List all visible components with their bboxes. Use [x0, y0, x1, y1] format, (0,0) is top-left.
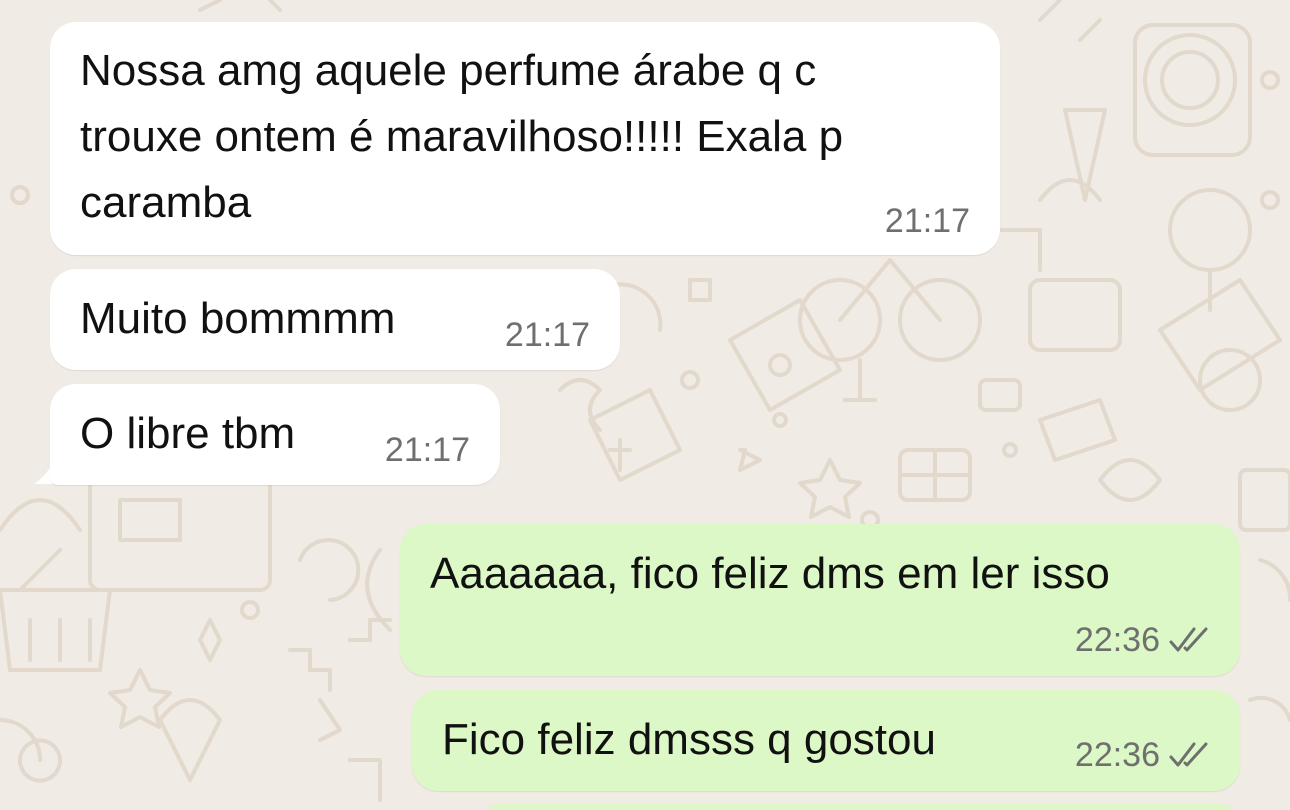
message-text: Nossa amg aquele perfume árabe q c troux… — [80, 46, 844, 227]
message-bubble-incoming[interactable]: Muito bommmm 21:17 — [50, 269, 620, 370]
double-check-icon — [1169, 742, 1208, 767]
message-time: 22:36 — [1074, 736, 1160, 774]
message-bubble-outgoing[interactable]: Aaaaaaa, fico feliz dms em ler isso 22:3… — [400, 524, 1240, 676]
message-meta: 21:17 — [505, 315, 590, 355]
message-text: Aaaaaaa, fico feliz dms em ler isso — [430, 549, 1110, 598]
message-bubble-incoming[interactable]: O libre tbm 21:17 — [50, 384, 500, 485]
message-meta: 21:17 — [385, 430, 470, 470]
chat-window: Nossa amg aquele perfume árabe q c troux… — [0, 0, 1290, 810]
message-bubble-incoming[interactable]: Nossa amg aquele perfume árabe q c troux… — [50, 22, 1000, 255]
message-time: 21:17 — [504, 316, 590, 354]
message-bubble-outgoing[interactable]: Fico feliz dmsss q gostou 22:36 — [412, 690, 1240, 791]
message-meta: 22:36 — [1075, 620, 1212, 660]
message-time: 22:36 — [1074, 621, 1160, 659]
double-check-icon — [1169, 627, 1208, 652]
message-meta: 21:17 — [885, 201, 970, 241]
message-time: 21:17 — [884, 202, 970, 240]
message-meta: 22:36 — [1075, 735, 1212, 775]
message-bubble-outgoing-partial — [480, 804, 1240, 810]
message-time: 21:17 — [384, 431, 470, 469]
